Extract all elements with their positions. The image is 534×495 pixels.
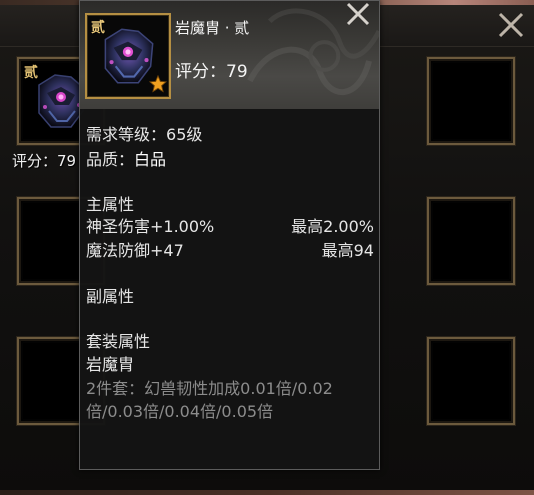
main-attr-name: 魔法防御+47 [86,241,184,260]
score-label: 评分： [175,62,226,82]
equip-slot-right-3[interactable] [427,337,515,425]
score-value: 79 [226,62,248,82]
set-attr-title: 套装属性 [86,332,151,351]
equip-slot-right-1[interactable] [427,57,515,145]
panel-close-button[interactable] [494,8,528,42]
slot-background [433,63,509,139]
close-icon [498,12,524,38]
item-tier-tag: 贰 [24,65,38,81]
set-name: 岩魔胄 [86,355,135,374]
main-attr-max: 最高94 [321,241,374,260]
item-name: 岩魔胄 · 贰 [175,19,250,37]
tooltip-header: 贰 岩魔胄 · 贰 评分：79 [80,1,379,109]
slot-background [433,343,509,419]
equipped-item-score: 评分：79 [12,152,77,170]
equip-slot-right-2[interactable] [427,197,515,285]
item-tier-tag: 贰 [91,20,105,36]
set-bonus-line: 2件套：幻兽韧性加成0.01倍/0.02 [86,379,333,398]
star-icon [149,75,167,93]
item-score: 评分：79 [175,57,248,82]
item-tooltip: 贰 岩魔胄 · 贰 评分：79 需求等级：65级 品质：白品 主属性 神圣伤害+… [79,0,380,470]
close-icon [346,2,370,26]
quality-value: 白品 [134,150,167,169]
main-attr-max: 最高2.00% [291,217,374,236]
tooltip-close-button[interactable] [342,1,374,29]
set-bonus-line: 倍/0.03倍/0.04倍/0.05倍 [86,402,274,421]
slot-background [433,203,509,279]
quality-label: 品质： [86,150,135,169]
main-attr-name: 神圣伤害+1.00% [86,217,215,236]
quality-line: 品质：白品 [86,146,166,170]
equipment-screen: 贰 评分：79 贰 岩魔胄 · 贰 评分：79 需求等级：65级 品质：白品 主… [0,0,534,495]
panel-bottom-border [0,490,534,495]
requirement-value: 65级 [166,125,203,144]
sub-attr-title: 副属性 [86,287,135,306]
main-attr-title: 主属性 [86,195,135,214]
requirement-line: 需求等级：65级 [86,121,202,145]
requirement-label: 需求等级： [86,125,167,144]
tooltip-item-icon-frame: 贰 [85,13,171,99]
